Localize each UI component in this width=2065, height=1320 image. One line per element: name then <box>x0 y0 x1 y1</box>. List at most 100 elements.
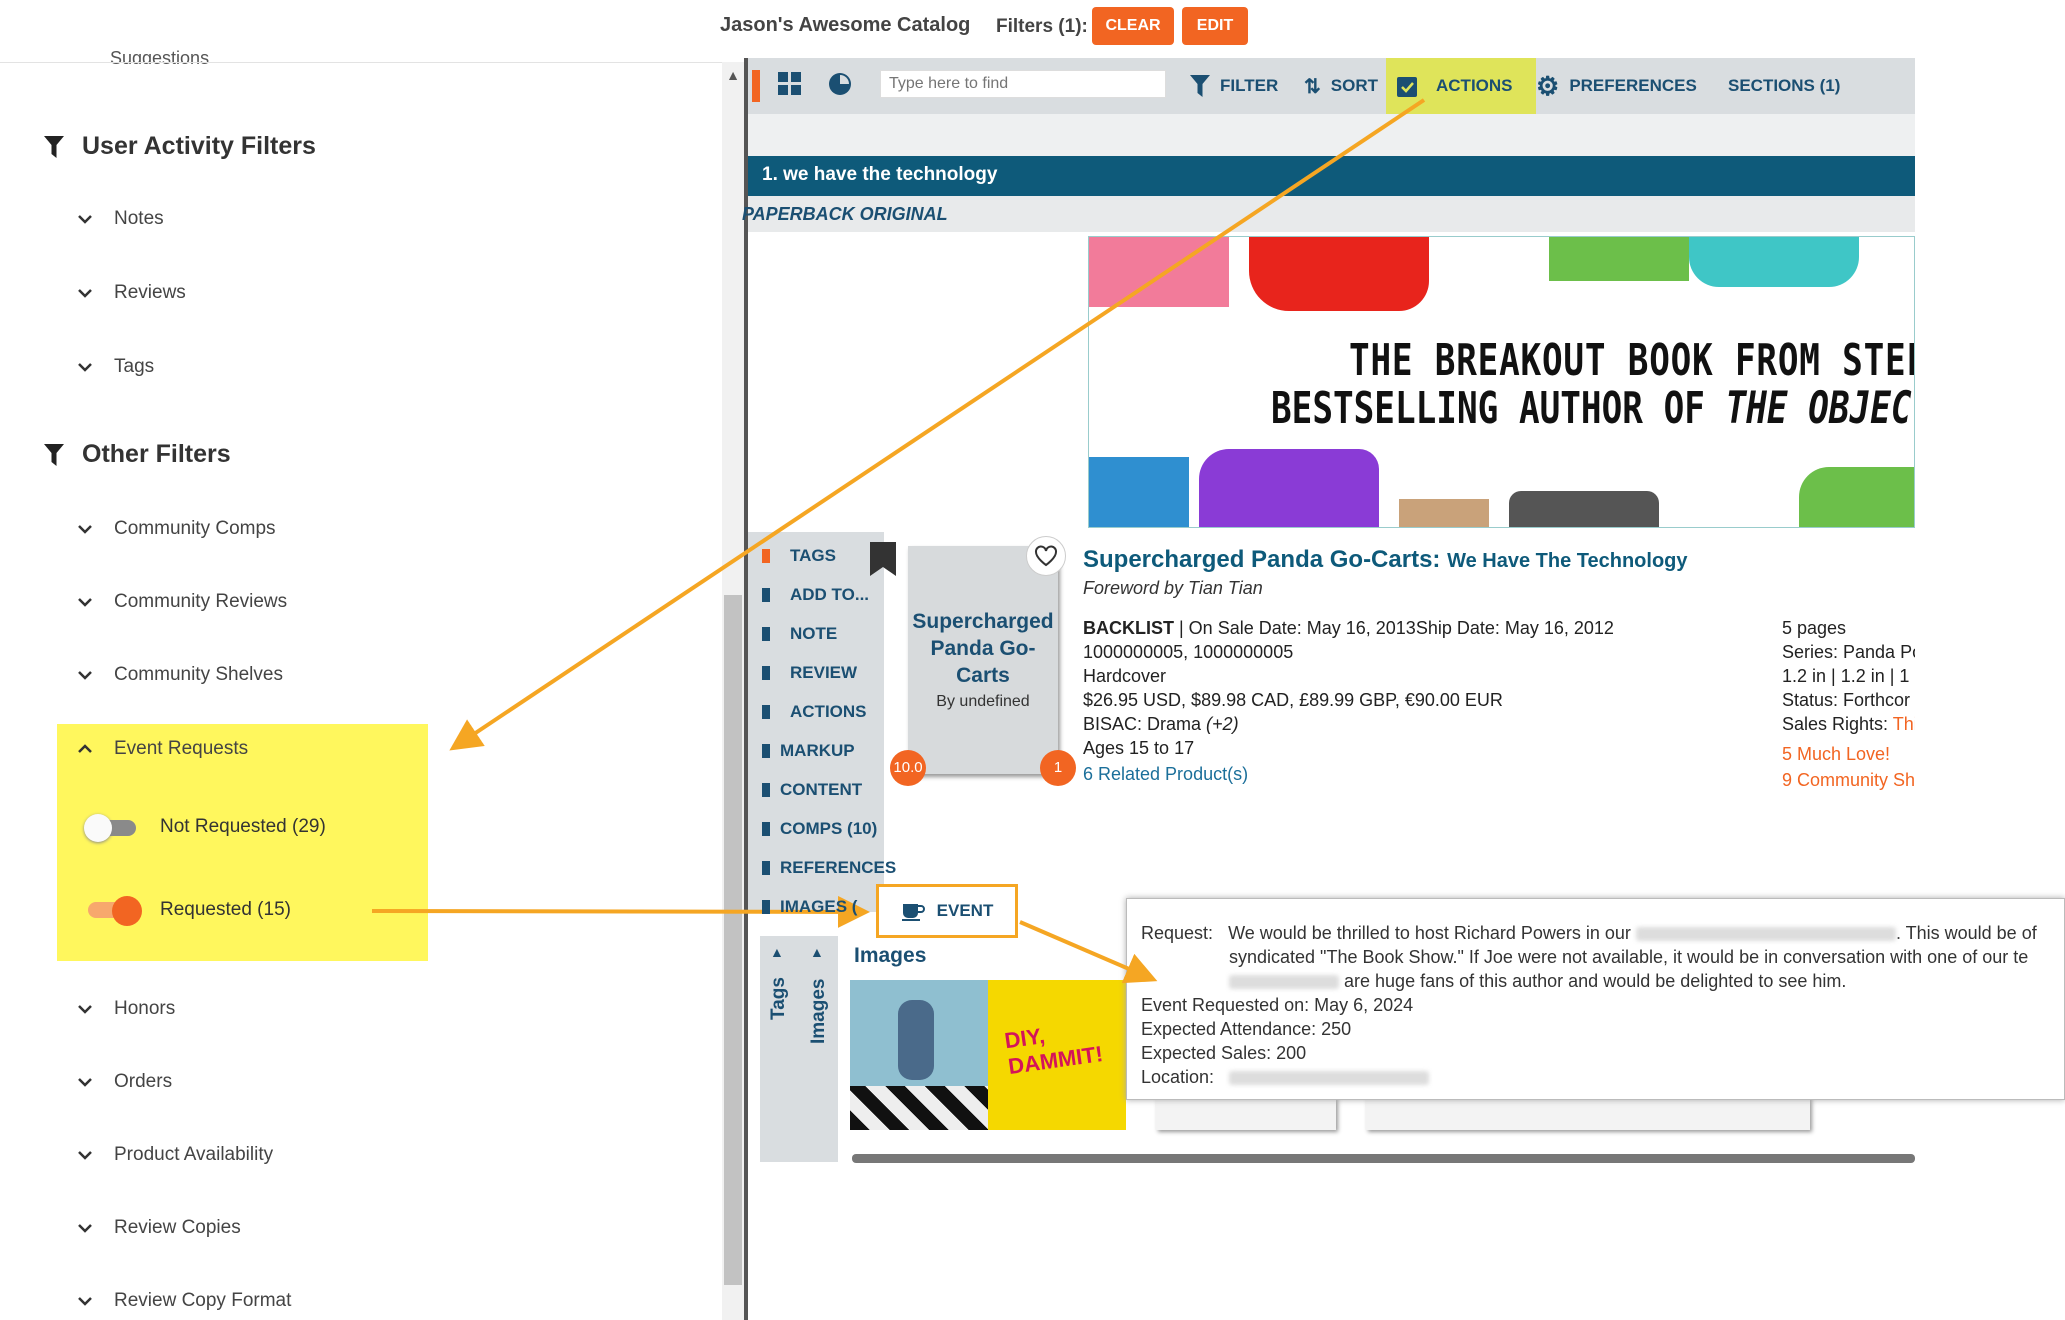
section-title: 1. we have the technology <box>748 156 1915 196</box>
count-badge: 1 <box>1040 750 1076 786</box>
chevron-down-icon <box>78 671 92 680</box>
clear-filters-button[interactable]: CLEAR <box>1092 7 1174 45</box>
collapse-arrow-icon[interactable]: ▲ <box>810 944 824 960</box>
event-location: Location: <box>1141 1065 2050 1089</box>
event-request-tooltip: Request: We would be thrilled to host Ri… <box>1126 898 2065 1100</box>
card-title: Supercharged Panda Go-Carts <box>912 610 1054 687</box>
pencil-icon <box>762 627 770 641</box>
toggle-not-requested[interactable]: Not Requested (29) <box>84 814 326 842</box>
filter-button[interactable]: FILTER <box>1190 58 1278 114</box>
product-bisac: BISAC: Drama (+2) <box>1083 714 1239 734</box>
product-pages: 5 pages <box>1782 618 1847 638</box>
filter-review-copy-format[interactable]: Review Copy Format <box>74 1290 291 1312</box>
product-sales-rights: Sales Rights: Thi <box>1782 714 1915 734</box>
action-comps-10[interactable]: COMPS (10) <box>762 819 877 839</box>
grid-view-icon[interactable] <box>778 72 802 96</box>
filter-honors[interactable]: Honors <box>74 998 175 1020</box>
books-icon <box>762 588 770 602</box>
filter-tags[interactable]: Tags <box>74 356 154 378</box>
much-love-link[interactable]: 5 Much Love! <box>1782 744 1915 765</box>
product-foreword: Foreword by Tian Tian <box>1083 578 1263 598</box>
community-shelves-link[interactable]: 9 Community Sh <box>1782 770 1915 791</box>
actions-button[interactable]: ACTIONS <box>1396 58 1513 114</box>
scroll-up-arrow-icon[interactable]: ▲ <box>722 64 744 86</box>
sidebar-divider <box>0 62 722 63</box>
filter-community-shelves[interactable]: Community Shelves <box>74 664 283 686</box>
product-dimensions: 1.2 in | 1.2 in | 1 <box>1782 666 1910 686</box>
collapse-arrow-icon[interactable]: ▲ <box>770 944 784 960</box>
banner-text-line1: THE BREAKOUT BOOK FROM STEF <box>1349 335 1915 386</box>
funnel-icon <box>44 135 64 158</box>
chevron-down-icon <box>78 1224 92 1233</box>
toggle-switch-off[interactable] <box>84 814 140 842</box>
tab-images[interactable]: Images <box>808 979 830 1044</box>
filters-count-label: Filters (1): <box>996 16 1088 37</box>
toggle-switch-on[interactable] <box>84 896 142 926</box>
chevron-down-icon <box>78 215 92 224</box>
vertical-tabs <box>760 936 838 1162</box>
action-review[interactable]: REVIEW <box>762 663 857 683</box>
action-add-to[interactable]: ADD TO... <box>762 585 869 605</box>
product-image-cover[interactable]: DIY, DAMMIT! <box>988 980 1126 1130</box>
chevron-down-icon <box>78 1151 92 1160</box>
chevron-down-icon <box>78 598 92 607</box>
toolbar-spacer <box>748 114 1915 156</box>
clipboard-check-icon <box>1397 77 1417 97</box>
action-content[interactable]: CONTENT <box>762 780 862 800</box>
preferences-button[interactable]: ⚙ PREFERENCES <box>1536 58 1697 114</box>
references-icon <box>762 861 770 875</box>
favorite-button[interactable] <box>1026 536 1066 576</box>
request-text: Request: We would be thrilled to host Ri… <box>1141 923 2037 943</box>
format-label: PAPERBACK ORIGINAL <box>742 196 1915 232</box>
scrollbar-thumb[interactable] <box>724 595 742 1285</box>
redacted-text <box>1635 927 1896 942</box>
action-references[interactable]: REFERENCES <box>762 858 896 878</box>
images-scrollbar[interactable] <box>852 1154 1915 1163</box>
toggle-requested[interactable]: Requested (15) <box>84 896 291 926</box>
chevron-up-icon <box>78 744 92 753</box>
sort-arrows-icon: ⇅ <box>1304 75 1321 98</box>
filter-event-requests[interactable]: Event Requests <box>74 738 248 760</box>
edit-filters-button[interactable]: EDIT <box>1182 7 1248 45</box>
product-title[interactable]: Supercharged Panda Go-Carts: We Have The… <box>1083 546 1688 574</box>
filter-sidebar <box>0 0 722 1320</box>
filter-orders[interactable]: Orders <box>74 1071 172 1093</box>
chevron-down-icon <box>78 363 92 372</box>
action-note[interactable]: NOTE <box>762 624 837 644</box>
action-actions[interactable]: ACTIONS <box>762 702 867 722</box>
sort-button[interactable]: ⇅ SORT <box>1304 58 1378 114</box>
images-icon <box>762 900 770 914</box>
filter-notes[interactable]: Notes <box>74 208 164 230</box>
tag-icon <box>762 549 770 563</box>
related-products-link[interactable]: 6 Related Product(s) <box>1083 764 1248 785</box>
action-markup[interactable]: MARKUP <box>762 741 855 761</box>
request-text-line2: syndicated "The Book Show." If Joe were … <box>1229 947 2029 967</box>
content-icon <box>762 783 770 797</box>
search-input[interactable] <box>880 70 1166 98</box>
filter-community-reviews[interactable]: Community Reviews <box>74 591 287 613</box>
product-status: Status: Forthcor <box>1782 690 1911 710</box>
markup-icon <box>762 744 770 758</box>
other-filters-heading: Other Filters <box>44 440 231 469</box>
sections-button[interactable]: SECTIONS (1) <box>1728 58 1840 114</box>
product-image-thumbnail[interactable] <box>850 980 990 1130</box>
action-images[interactable]: IMAGES ( <box>762 897 857 917</box>
dots-icon <box>762 705 770 719</box>
coffee-cup-icon <box>901 904 925 921</box>
filter-reviews[interactable]: Reviews <box>74 282 186 304</box>
bookmark-icon[interactable] <box>870 542 896 576</box>
filter-product-availability[interactable]: Product Availability <box>74 1144 273 1166</box>
redacted-text <box>1229 975 1339 990</box>
product-dates: BACKLIST | On Sale Date: May 16, 2013Shi… <box>1083 618 1614 638</box>
gear-icon: ⚙ <box>1536 70 1560 101</box>
product-series: Series: Panda Po <box>1782 642 1915 662</box>
heart-icon <box>1035 545 1057 567</box>
action-tags[interactable]: TAGS <box>762 546 836 566</box>
event-request-button[interactable]: EVENT <box>876 884 1018 938</box>
filter-community-comps[interactable]: Community Comps <box>74 518 276 540</box>
product-card[interactable]: Supercharged Panda Go-Carts By undefined <box>908 546 1058 774</box>
filter-review-copies[interactable]: Review Copies <box>74 1217 241 1239</box>
tab-tags[interactable]: Tags <box>768 977 790 1020</box>
pie-chart-icon[interactable] <box>828 72 852 96</box>
expected-attendance: Expected Attendance: 250 <box>1141 1019 1352 1039</box>
